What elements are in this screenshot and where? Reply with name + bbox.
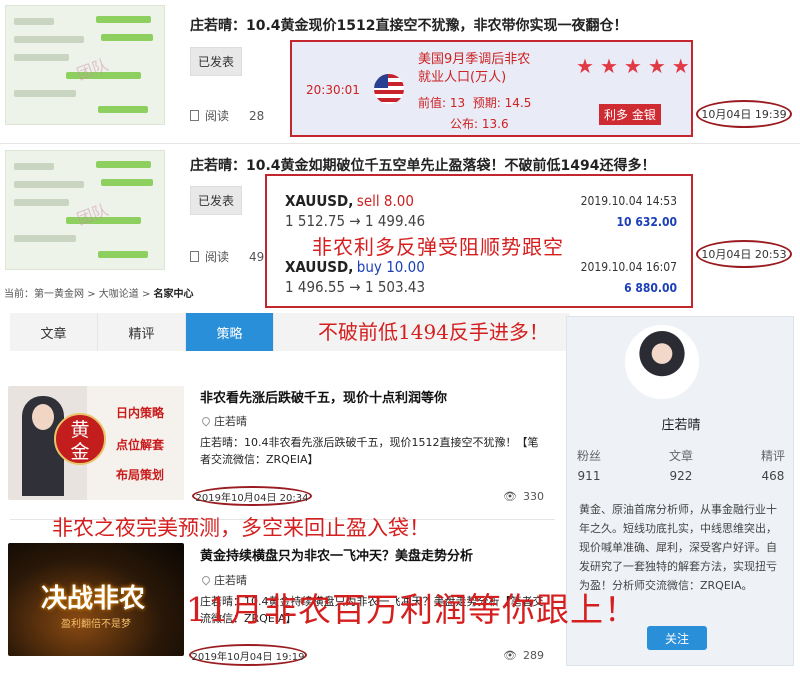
view-count: 👁 330 (503, 490, 544, 503)
thumb-headline: 决战非农 (41, 584, 146, 614)
overlay-caption: 非农利多反弹受阻顺势跟空 (312, 235, 564, 259)
release-time: 20:30:01 (306, 83, 360, 97)
stat-fans: 粉丝 911 (577, 449, 602, 483)
article-author[interactable]: 庄若晴 (200, 413, 247, 429)
read-count-row: 阅读 49 (190, 248, 264, 265)
watermark: 团队 (74, 55, 111, 84)
article-excerpt: 庄若晴：10.4非农看先涨后跌破千五，现价1512直接空不犹豫！【笔者交流微信：… (200, 436, 539, 466)
importance-stars: ★ ★ ★ ★ ★ (576, 56, 690, 76)
post-title[interactable]: 庄若晴：10.4黄金如期破位千五空单先止盈落袋！不破前低1494还得多！ (190, 155, 656, 175)
overlay-caption: 非农之夜完美预测，多空来回止盈入袋！ (52, 516, 430, 540)
trade-row: XAUUSD, sell 8.00 2019.10.04 14:53 1 512… (285, 192, 677, 230)
article-thumbnail[interactable]: 决战非农 盈利翻倍不是梦 (8, 543, 184, 656)
impact-badge: 利多 金银 (599, 104, 661, 125)
overlay-caption: 11月非农百万利润等你跟上！ (186, 590, 638, 629)
tab-reviews[interactable]: 精评 (98, 313, 186, 351)
post-thumbnail[interactable]: 团队 (5, 5, 165, 125)
status-badge: 已发表 (190, 186, 243, 215)
thumb-line: 点位解套 (116, 438, 165, 452)
location-pin-icon (200, 415, 212, 427)
post-time: 10月04日 20:53 (696, 240, 792, 268)
divider (0, 143, 800, 144)
indicator-title: 美国9月季调后非农 就业人口(万人) (418, 52, 531, 85)
article-title[interactable]: 非农看先涨后跌破千五，现价十点利润等你 (200, 387, 447, 406)
post-time: 10月04日 19:39 (696, 100, 792, 128)
prev-and-forecast: 前值: 13 预期: 14.5 (418, 96, 532, 110)
breadcrumb-current: 名家中心 (153, 289, 194, 300)
eye-icon: 👁 (503, 490, 517, 503)
follow-button[interactable]: 关注 (647, 626, 707, 650)
thumb-subline: 盈利翻倍不是梦 (61, 619, 131, 630)
economic-news-card: 20:30:01 美国9月季调后非农 就业人口(万人) 前值: 13 预期: 1… (290, 40, 693, 137)
breadcrumb: 当前：第一黄金网 > 大咖论道 > 名家中心 (4, 289, 194, 300)
star-icon: ★ (647, 54, 666, 78)
thumb-line: 日内策略 (116, 406, 165, 420)
read-count-row: 阅读 28 (190, 107, 264, 124)
star-icon: ★ (623, 54, 642, 78)
overlay-caption: 不破前低1494反手进多！ (318, 320, 549, 344)
article-date: 2019年10月04日 20:34 (192, 486, 312, 506)
breadcrumb-link[interactable]: 第一黄金网 (34, 289, 84, 300)
tab-articles[interactable]: 文章 (10, 313, 98, 351)
article-date: 2019年10月04日 19:19 (189, 644, 307, 666)
profile-stats: 粉丝 911 文章 922 精评 468 (577, 447, 785, 483)
status-badge: 已发表 (190, 47, 243, 76)
document-icon (190, 251, 199, 262)
trade-row: XAUUSD, buy 10.00 2019.10.04 16:07 1 496… (285, 258, 677, 296)
breadcrumb-link[interactable]: 大咖论道 (99, 289, 139, 300)
post-thumbnail[interactable]: 团队 (5, 150, 165, 270)
view-count: 👁 289 (503, 649, 544, 662)
watermark: 团队 (74, 200, 111, 229)
avatar[interactable] (625, 325, 699, 399)
star-icon: ★ (599, 54, 618, 78)
star-icon: ★ (576, 54, 594, 78)
thumb-line: 布局策划 (116, 468, 165, 482)
stat-reviews: 精评 468 (760, 449, 785, 483)
profile-name[interactable]: 庄若晴 (567, 414, 795, 433)
document-icon (190, 110, 199, 121)
post-title[interactable]: 庄若晴：10.4黄金现价1512直接空不犹豫，非农带你实现一夜翻仓！ (190, 15, 628, 35)
tab-strategy[interactable]: 策略 (186, 313, 274, 351)
article-thumbnail[interactable]: 黄金 日内策略 点位解套 布局策划 (8, 386, 184, 500)
article-title[interactable]: 黄金持续横盘只为非农一飞冲天？美盘走势分析 (200, 545, 473, 564)
profile-bio: 黄金、原油首席分析师，从事金融行业十年之久。短线功底扎实，中线思维突出，现价喊单… (579, 503, 777, 592)
stat-articles: 文章 922 (668, 449, 693, 483)
actual-value: 公布: 13.6 (450, 117, 509, 131)
star-icon: ★ (671, 54, 690, 78)
us-flag-icon (374, 74, 404, 104)
eye-icon: 👁 (503, 649, 517, 662)
gold-badge: 黄金 (54, 413, 106, 465)
